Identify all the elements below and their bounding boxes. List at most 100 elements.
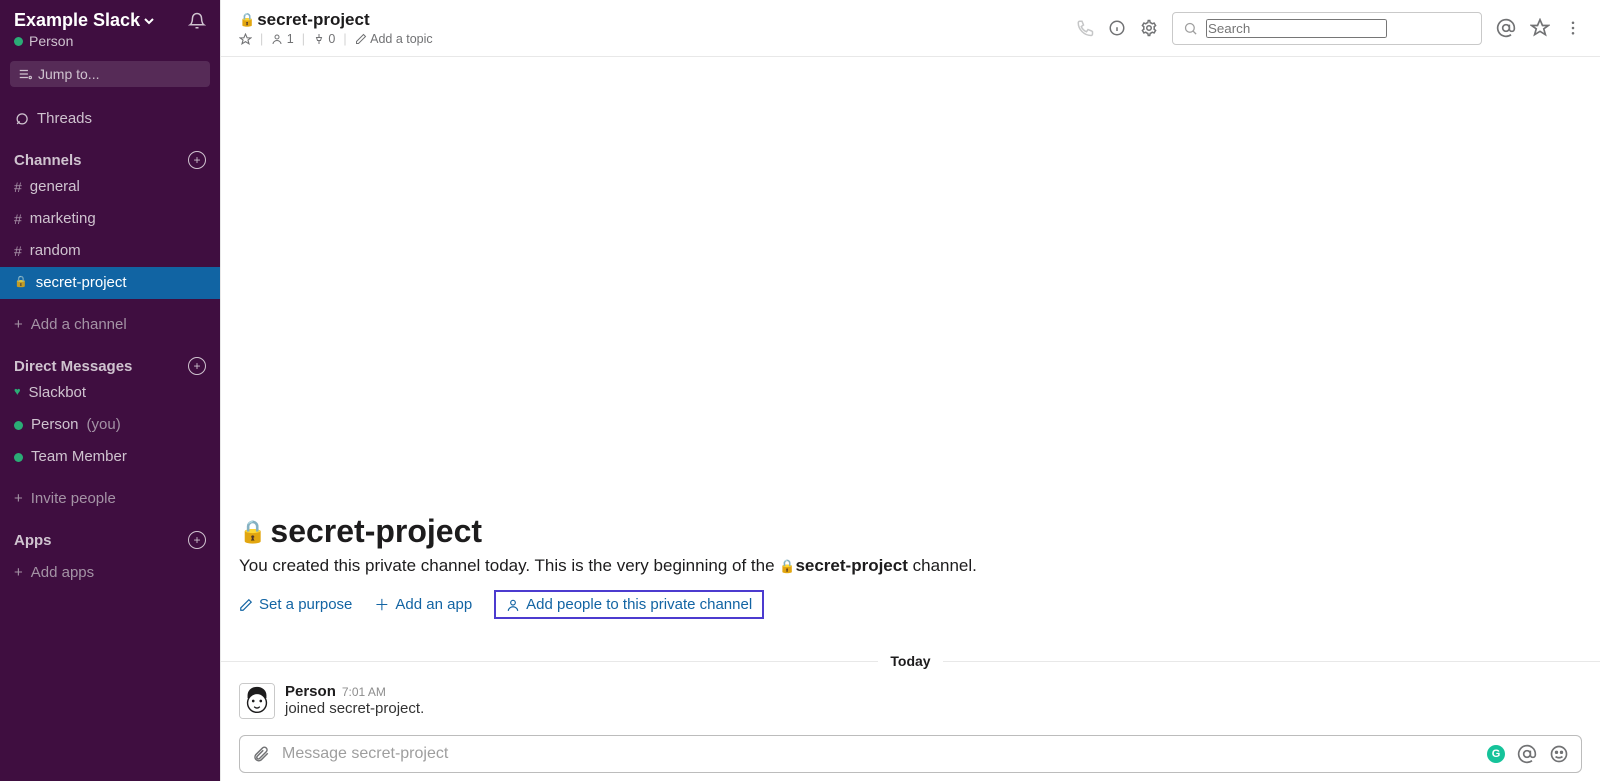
message-author[interactable]: Person	[285, 683, 336, 700]
dm-item-team-member[interactable]: Team Member	[0, 441, 220, 473]
plus-icon: +	[14, 487, 23, 511]
add-app-label: Add an app	[395, 596, 472, 613]
user-presence[interactable]: Person	[0, 33, 220, 57]
date-divider: Today	[221, 653, 1600, 669]
pencil-icon	[239, 598, 253, 612]
dm-label: Team Member	[31, 445, 127, 469]
dm-header-label: Direct Messages	[14, 358, 132, 375]
date-divider-label: Today	[890, 653, 930, 669]
avatar[interactable]	[239, 683, 275, 719]
add-apps-label: Add apps	[31, 561, 94, 585]
add-channel-label: Add a channel	[31, 313, 127, 337]
intro-description: You created this private channel today. …	[239, 556, 1582, 576]
workspace-switcher[interactable]: Example Slack	[14, 10, 154, 31]
add-topic[interactable]: Add a topic	[355, 32, 433, 46]
set-purpose-link[interactable]: Set a purpose	[239, 596, 352, 613]
add-apps-link[interactable]: + Add apps	[0, 557, 220, 589]
add-dm-icon[interactable]: +	[188, 357, 206, 375]
separator: |	[302, 32, 305, 46]
intro-text-c: channel.	[913, 556, 977, 575]
pin-icon	[313, 33, 325, 45]
app-root: Example Slack Person Jump to... Threads …	[0, 0, 1600, 781]
channels-header-label: Channels	[14, 152, 82, 169]
threads-link[interactable]: Threads	[0, 103, 220, 135]
plus-icon: +	[14, 313, 23, 337]
channel-item-secret-project[interactable]: 🔒 secret-project	[0, 267, 220, 299]
channels-section-header: Channels +	[0, 145, 220, 171]
star-icon[interactable]	[1530, 18, 1550, 38]
gear-icon[interactable]	[1140, 19, 1158, 37]
message-text: joined secret-project.	[285, 700, 424, 717]
add-people-link[interactable]: Add people to this private channel	[494, 590, 764, 619]
set-purpose-label: Set a purpose	[259, 596, 352, 613]
invite-people-label: Invite people	[31, 487, 116, 511]
channel-label: marketing	[30, 207, 96, 231]
lock-icon: 🔒	[239, 12, 255, 28]
channel-title-text: secret-project	[257, 10, 369, 30]
phone-icon[interactable]	[1076, 19, 1094, 37]
heart-icon: ♥	[14, 384, 21, 402]
notification-bell-icon[interactable]	[188, 12, 206, 30]
info-icon[interactable]	[1108, 19, 1126, 37]
add-topic-label: Add a topic	[370, 32, 433, 46]
add-channel-link[interactable]: + Add a channel	[0, 309, 220, 341]
channel-item-marketing[interactable]: # marketing	[0, 203, 220, 235]
message-item: Person 7:01 AM joined secret-project.	[221, 675, 1600, 727]
workspace-name: Example Slack	[14, 10, 140, 31]
hash-icon: #	[14, 208, 22, 230]
invite-people-link[interactable]: + Invite people	[0, 483, 220, 515]
dm-section-header: Direct Messages +	[0, 351, 220, 377]
jump-to-label: Jump to...	[38, 66, 99, 82]
intro-title: 🔒 secret-project	[239, 513, 1582, 550]
online-dot-icon	[14, 421, 23, 430]
apps-header-label: Apps	[14, 532, 52, 549]
channel-label: secret-project	[36, 271, 127, 295]
person-icon	[506, 598, 520, 612]
dm-item-person[interactable]: Person (you)	[0, 409, 220, 441]
main-pane: 🔒 secret-project | 1 | 0	[220, 0, 1600, 781]
threads-label: Threads	[37, 107, 92, 131]
chevron-down-icon	[144, 16, 154, 26]
emoji-icon[interactable]	[1549, 744, 1569, 764]
channel-item-random[interactable]: # random	[0, 235, 220, 267]
channel-item-general[interactable]: # general	[0, 171, 220, 203]
channel-header: 🔒 secret-project | 1 | 0	[221, 0, 1600, 57]
separator: |	[260, 32, 263, 46]
grammarly-icon[interactable]: G	[1487, 745, 1505, 763]
separator: |	[343, 32, 346, 46]
at-mention-icon[interactable]	[1517, 744, 1537, 764]
channel-label: general	[30, 175, 80, 199]
search-input[interactable]	[1206, 19, 1387, 38]
star-channel-icon[interactable]	[239, 33, 252, 46]
add-app-icon[interactable]: +	[188, 531, 206, 549]
pin-count[interactable]: 0	[313, 32, 335, 46]
mentions-icon[interactable]	[1496, 18, 1516, 38]
dm-suffix: (you)	[87, 413, 121, 437]
search-icon	[1183, 21, 1198, 36]
dm-item-slackbot[interactable]: ♥ Slackbot	[0, 377, 220, 409]
add-channel-icon[interactable]: +	[188, 151, 206, 169]
intro-channel-name: secret-project	[795, 556, 907, 575]
member-count[interactable]: 1	[271, 32, 293, 46]
intro-text-a: You created this private channel today. …	[239, 556, 779, 575]
pin-count-value: 0	[328, 32, 335, 46]
message-pane: 🔒 secret-project You created this privat…	[221, 57, 1600, 781]
dm-label: Person	[31, 413, 79, 437]
more-menu-icon[interactable]	[1564, 19, 1582, 37]
attach-file-icon[interactable]	[252, 745, 270, 763]
threads-icon	[14, 112, 29, 127]
person-icon	[271, 33, 283, 45]
jump-to[interactable]: Jump to...	[10, 61, 210, 87]
dm-label: Slackbot	[29, 381, 87, 405]
message-composer[interactable]: G	[239, 735, 1582, 773]
channel-title[interactable]: 🔒 secret-project	[239, 10, 433, 30]
global-search[interactable]	[1172, 12, 1482, 45]
message-input[interactable]	[282, 745, 1475, 763]
add-app-link[interactable]: ＋ Add an app	[374, 594, 472, 615]
hash-icon: #	[14, 176, 22, 198]
channel-intro: 🔒 secret-project You created this privat…	[221, 513, 1600, 639]
plus-icon: ＋	[374, 594, 389, 615]
plus-icon: +	[14, 561, 23, 585]
current-user-name: Person	[29, 33, 73, 49]
message-time: 7:01 AM	[342, 685, 386, 699]
